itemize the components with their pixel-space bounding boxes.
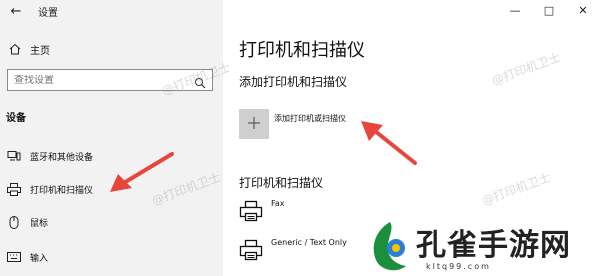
section-title: 设备 bbox=[6, 113, 26, 124]
sidebar-item-label: 蓝牙和其他设备 bbox=[30, 152, 94, 163]
printer-icon bbox=[7, 182, 21, 196]
sidebar-item-label: 鼠标 bbox=[30, 218, 49, 229]
sidebar: ← 设置 主页 设备 蓝牙和其他设备 打印机和扫描仪 鼠标 bbox=[0, 0, 223, 276]
sidebar-item-mouse[interactable]: 鼠标 bbox=[0, 211, 223, 233]
add-printer-label[interactable]: 添加打印机或扫描仪 bbox=[274, 113, 346, 124]
plus-icon bbox=[247, 115, 261, 134]
search-input[interactable] bbox=[14, 74, 184, 86]
app-title: 设置 bbox=[38, 8, 58, 19]
peacock-logo-icon bbox=[373, 222, 406, 271]
logo-url: kltq99.com bbox=[426, 262, 491, 271]
logo-text: 孔雀手游网 bbox=[416, 228, 571, 263]
keyboard-icon bbox=[7, 250, 21, 264]
page-title: 打印机和扫描仪 bbox=[239, 40, 365, 61]
window-controls: — □ ✕ bbox=[498, 0, 600, 20]
site-logo: 孔雀手游网 kltq99.com bbox=[360, 218, 600, 276]
add-heading: 添加打印机和扫描仪 bbox=[239, 75, 348, 89]
sidebar-item-label: 输入 bbox=[30, 253, 49, 264]
minimize-icon: — bbox=[509, 3, 521, 17]
sidebar-item-printers[interactable]: 打印机和扫描仪 bbox=[0, 178, 223, 200]
bluetooth-devices-icon bbox=[7, 149, 21, 163]
sidebar-item-label: 打印机和扫描仪 bbox=[30, 185, 94, 196]
home-icon bbox=[8, 42, 22, 56]
sidebar-item-input[interactable]: 输入 bbox=[0, 246, 223, 268]
maximize-button[interactable]: □ bbox=[532, 0, 566, 20]
sidebar-item-home[interactable]: 主页 bbox=[0, 38, 223, 60]
search-field[interactable] bbox=[7, 69, 213, 91]
add-printer-button[interactable] bbox=[239, 109, 269, 139]
printer-icon bbox=[239, 199, 263, 223]
search-icon bbox=[194, 74, 206, 89]
printer-name: Generic / Text Only bbox=[271, 238, 347, 247]
printer-icon bbox=[239, 238, 263, 262]
close-icon: ✕ bbox=[578, 3, 588, 17]
back-arrow-icon: ← bbox=[10, 3, 22, 19]
back-button[interactable]: ← bbox=[4, 0, 28, 22]
sidebar-item-label: 主页 bbox=[30, 45, 50, 57]
sidebar-item-bluetooth[interactable]: 蓝牙和其他设备 bbox=[0, 145, 223, 167]
minimize-button[interactable]: — bbox=[498, 0, 532, 20]
maximize-icon: □ bbox=[543, 3, 555, 17]
close-button[interactable]: ✕ bbox=[566, 0, 600, 20]
mouse-icon bbox=[7, 215, 21, 229]
printer-list-heading: 打印机和扫描仪 bbox=[239, 176, 324, 190]
printer-name: Fax bbox=[271, 199, 285, 208]
